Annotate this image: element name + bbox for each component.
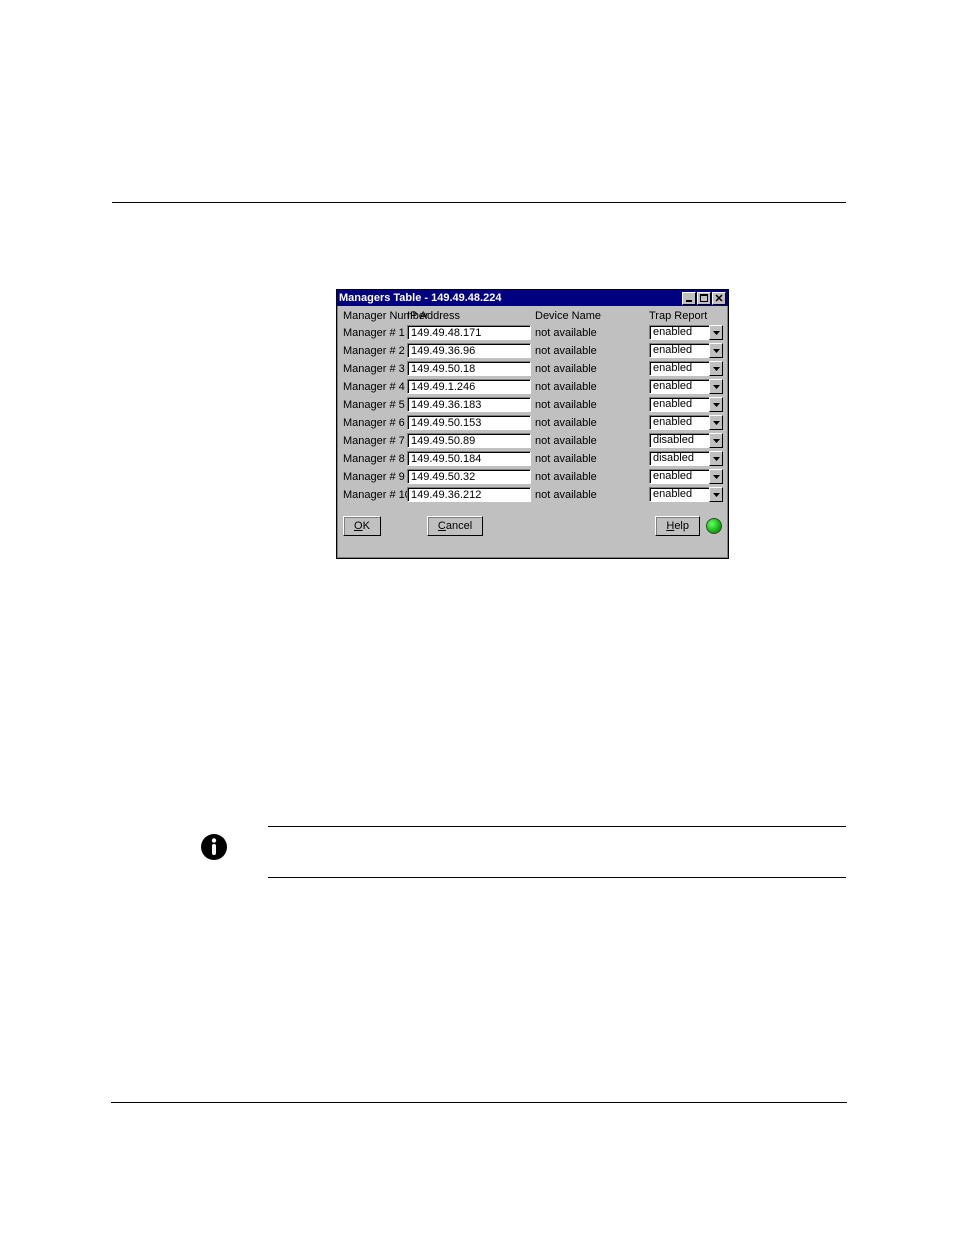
cancel-button-text: ancel [446, 520, 472, 532]
ip-address-input[interactable] [407, 325, 531, 340]
manager-row-label: Manager # 8 [343, 453, 403, 465]
chevron-down-icon[interactable] [709, 361, 723, 376]
minimize-button[interactable] [682, 292, 696, 305]
help-button-underline: H [666, 520, 674, 532]
ip-address-input[interactable] [407, 487, 531, 502]
device-name-cell: not available [535, 363, 645, 375]
trap-report-value: enabled [649, 487, 709, 502]
trap-report-select[interactable]: enabled [649, 361, 723, 376]
manager-row-label: Manager # 1 [343, 327, 403, 339]
chevron-down-icon[interactable] [709, 451, 723, 466]
ok-button-underline: O [354, 520, 363, 532]
col-header-device-name: Device Name [535, 310, 645, 322]
trap-report-value: enabled [649, 325, 709, 340]
chevron-down-icon[interactable] [709, 469, 723, 484]
trap-report-value: enabled [649, 343, 709, 358]
trap-report-select[interactable]: enabled [649, 415, 723, 430]
trap-report-value: enabled [649, 415, 709, 430]
trap-report-value: enabled [649, 469, 709, 484]
trap-report-value: enabled [649, 379, 709, 394]
cancel-button-underline: C [438, 520, 446, 532]
device-name-cell: not available [535, 381, 645, 393]
device-name-cell: not available [535, 453, 645, 465]
maximize-button[interactable] [697, 292, 711, 305]
ip-address-input[interactable] [407, 469, 531, 484]
titlebar[interactable]: Managers Table - 149.49.48.224 [337, 290, 728, 306]
trap-report-select[interactable]: enabled [649, 379, 723, 394]
device-name-cell: not available [535, 471, 645, 483]
manager-row-label: Manager # 5 [343, 399, 403, 411]
page-rule-top [112, 202, 846, 203]
manager-row-label: Manager # 10 [343, 489, 403, 501]
window-title: Managers Table - 149.49.48.224 [339, 292, 681, 304]
trap-report-value: disabled [649, 451, 709, 466]
ip-address-input[interactable] [407, 415, 531, 430]
col-header-trap-report: Trap Report [649, 310, 723, 322]
chevron-down-icon[interactable] [709, 379, 723, 394]
managers-table-dialog: Managers Table - 149.49.48.224 Manager N… [336, 289, 729, 559]
page-rule-mid-2 [268, 877, 846, 878]
close-button[interactable] [712, 292, 726, 305]
manager-row-label: Manager # 7 [343, 435, 403, 447]
trap-report-value: enabled [649, 397, 709, 412]
manager-row-label: Manager # 3 [343, 363, 403, 375]
ok-button[interactable]: OK [343, 516, 381, 536]
trap-report-select[interactable]: enabled [649, 397, 723, 412]
trap-report-select[interactable]: disabled [649, 451, 723, 466]
trap-report-select[interactable]: enabled [649, 487, 723, 502]
trap-report-select[interactable]: enabled [649, 343, 723, 358]
page-rule-bottom [111, 1102, 847, 1103]
ip-address-input[interactable] [407, 433, 531, 448]
chevron-down-icon[interactable] [709, 397, 723, 412]
manager-row-label: Manager # 2 [343, 345, 403, 357]
manager-row-label: Manager # 6 [343, 417, 403, 429]
ip-address-input[interactable] [407, 379, 531, 394]
chevron-down-icon[interactable] [709, 325, 723, 340]
chevron-down-icon[interactable] [709, 415, 723, 430]
chevron-down-icon[interactable] [709, 433, 723, 448]
cancel-button[interactable]: Cancel [427, 516, 483, 536]
trap-report-select[interactable]: disabled [649, 433, 723, 448]
help-button[interactable]: Help [655, 516, 700, 536]
page-rule-mid-1 [268, 826, 846, 827]
manager-row-label: Manager # 9 [343, 471, 403, 483]
trap-report-select[interactable]: enabled [649, 469, 723, 484]
device-name-cell: not available [535, 435, 645, 447]
device-name-cell: not available [535, 327, 645, 339]
device-name-cell: not available [535, 489, 645, 501]
status-led-icon [706, 518, 722, 534]
ip-address-input[interactable] [407, 361, 531, 376]
info-icon [200, 833, 228, 864]
ip-address-input[interactable] [407, 343, 531, 358]
ip-address-input[interactable] [407, 397, 531, 412]
device-name-cell: not available [535, 345, 645, 357]
chevron-down-icon[interactable] [709, 487, 723, 502]
help-button-text: elp [674, 520, 689, 532]
col-header-manager-number: Manager Number [343, 310, 403, 322]
trap-report-select[interactable]: enabled [649, 325, 723, 340]
manager-row-label: Manager # 4 [343, 381, 403, 393]
ip-address-input[interactable] [407, 451, 531, 466]
col-header-ip-address: IP Address [407, 310, 531, 322]
trap-report-value: enabled [649, 361, 709, 376]
trap-report-value: disabled [649, 433, 709, 448]
chevron-down-icon[interactable] [709, 343, 723, 358]
device-name-cell: not available [535, 417, 645, 429]
device-name-cell: not available [535, 399, 645, 411]
ok-button-text: K [363, 520, 370, 532]
